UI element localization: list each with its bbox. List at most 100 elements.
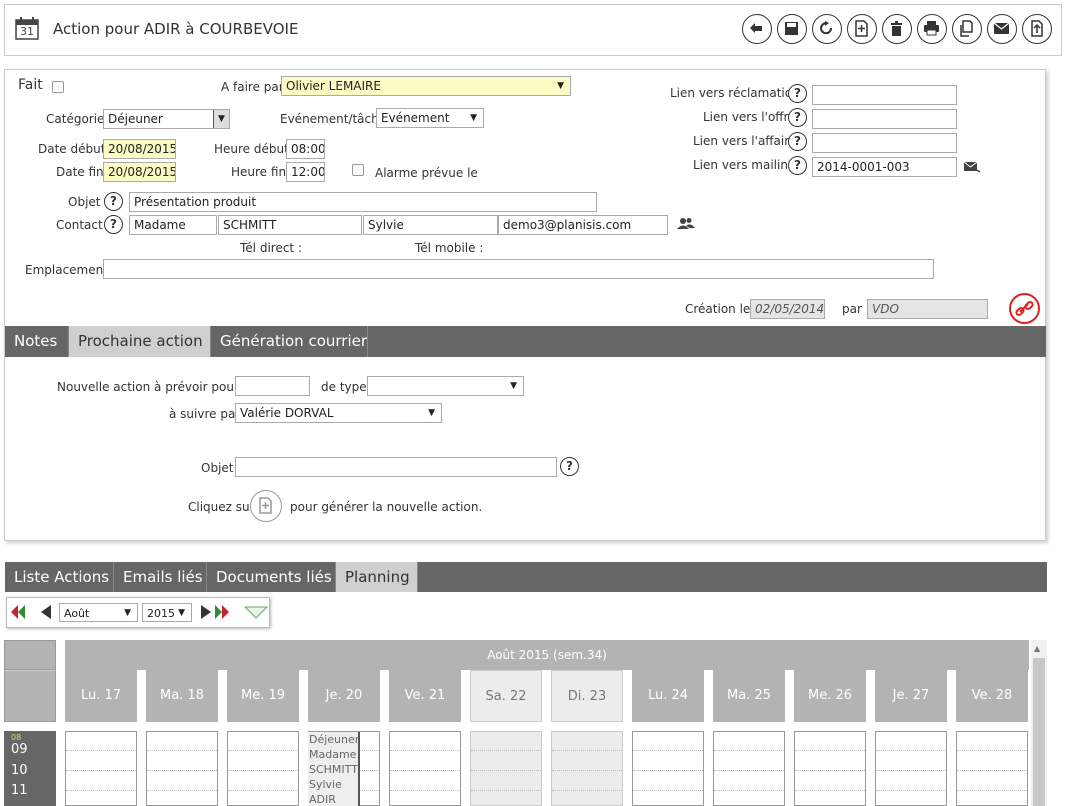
hour-gridline: [471, 750, 541, 751]
emplacement-input[interactable]: [103, 259, 934, 279]
next-objet-input[interactable]: [235, 457, 557, 477]
lien-offre-input[interactable]: [812, 109, 957, 129]
a-suivre-par-select[interactable]: Valérie DORVAL ▼: [235, 403, 442, 423]
heure-fin-input[interactable]: 12:00: [286, 162, 325, 182]
tab-documents-lies[interactable]: Documents liés: [207, 562, 336, 592]
day-header[interactable]: Lu. 17: [65, 670, 137, 722]
alarme-checkbox[interactable]: [352, 164, 364, 176]
help-next-objet-icon[interactable]: ?: [560, 457, 579, 476]
export-button[interactable]: [1022, 14, 1052, 44]
hour-gridline: [147, 750, 217, 751]
planning-corner-top: [4, 640, 56, 670]
contact-email-input[interactable]: demo3@planisis.com: [498, 215, 668, 235]
day-column[interactable]: [875, 731, 947, 806]
year-select[interactable]: 2015 ▼: [142, 603, 192, 622]
contacts-group-icon[interactable]: [677, 217, 695, 234]
contact-civilite-input[interactable]: Madame: [129, 215, 217, 235]
collapse-chevron-icon[interactable]: [243, 605, 269, 622]
lien-affaire-input[interactable]: [812, 133, 957, 153]
contact-nom-input[interactable]: SCHMITT: [218, 215, 362, 235]
duplicate-button[interactable]: [952, 14, 982, 44]
new-document-button[interactable]: [847, 14, 877, 44]
back-button[interactable]: [742, 14, 772, 44]
link-chain-icon[interactable]: [1009, 293, 1040, 324]
copy-icon: [960, 20, 973, 37]
objet-input[interactable]: Présentation produit: [129, 192, 597, 212]
day-column[interactable]: [227, 731, 299, 806]
print-button[interactable]: [917, 14, 947, 44]
day-column[interactable]: [794, 731, 866, 806]
day-header[interactable]: Ma. 18: [146, 670, 218, 722]
day-column[interactable]: [146, 731, 218, 806]
prev-year-icon[interactable]: [11, 604, 25, 623]
mailing-envelope-icon[interactable]: [963, 160, 981, 176]
date-fin-input[interactable]: 20/08/2015: [103, 162, 176, 182]
day-column[interactable]: [389, 731, 461, 806]
day-header[interactable]: Lu. 24: [632, 670, 704, 722]
tab-liste-actions[interactable]: Liste Actions: [5, 562, 114, 592]
lien-reclamation-input[interactable]: [812, 85, 957, 105]
objet-label: Objet: [68, 195, 101, 209]
heure-debut-label: Heure début: [214, 142, 289, 156]
day-header[interactable]: Sa. 22: [470, 670, 542, 722]
a-suivre-par-value: Valérie DORVAL: [240, 406, 334, 420]
calendar-event[interactable]: Déjeuner Madame SCHMITT Sylvie ADIR: [308, 732, 360, 806]
delete-button[interactable]: [882, 14, 912, 44]
de-type-select[interactable]: ▼: [367, 376, 524, 396]
fait-checkbox[interactable]: [52, 81, 64, 93]
help-offre-icon[interactable]: ?: [788, 108, 807, 127]
categorie-select[interactable]: Déjeuner ▼: [103, 109, 230, 129]
help-objet-icon[interactable]: ?: [104, 192, 123, 211]
day-header[interactable]: Ma. 25: [713, 670, 785, 722]
hour-gridline: [471, 790, 541, 791]
help-affaire-icon[interactable]: ?: [788, 132, 807, 151]
hour-gridline: [714, 770, 784, 771]
planning-scrollbar[interactable]: ▲: [1031, 640, 1047, 806]
lien-reclamation-label: Lien vers réclamation: [670, 86, 800, 100]
a-faire-par-select[interactable]: Olivier LEMAIRE ▼: [281, 76, 571, 96]
tab-generation-courrier[interactable]: Génération courrier: [211, 326, 368, 357]
lien-mailing-label: Lien vers mailing: [693, 158, 796, 172]
day-header[interactable]: Ve. 21: [389, 670, 461, 722]
day-column[interactable]: [551, 731, 623, 806]
contact-prenom-input[interactable]: Sylvie: [363, 215, 498, 235]
lien-affaire-label: Lien vers l'affaire: [693, 134, 797, 148]
contact-label: Contact: [56, 218, 103, 232]
evenement-select[interactable]: Evénement ▼: [376, 108, 484, 128]
day-column[interactable]: [956, 731, 1028, 806]
heure-debut-input[interactable]: 08:00: [286, 139, 325, 159]
day-header[interactable]: Je. 27: [875, 670, 947, 722]
nouvelle-action-date-input[interactable]: [235, 376, 310, 396]
tel-direct-label: Tél direct :: [240, 241, 302, 255]
next-month-icon[interactable]: [201, 604, 211, 623]
next-year-icon[interactable]: [215, 604, 241, 623]
day-header[interactable]: Ve. 28: [956, 670, 1028, 722]
refresh-button[interactable]: [812, 14, 842, 44]
tab-planning[interactable]: Planning: [336, 562, 418, 592]
tab-notes[interactable]: Notes: [5, 326, 69, 357]
help-contact-icon[interactable]: ?: [104, 215, 123, 234]
tab-emails-lies[interactable]: Emails liés: [114, 562, 207, 592]
lien-mailing-input[interactable]: 2014-0001-003: [812, 157, 957, 177]
scroll-up-icon[interactable]: ▲: [1034, 644, 1040, 653]
day-header[interactable]: Di. 23: [551, 670, 623, 722]
day-column[interactable]: [713, 731, 785, 806]
day-header[interactable]: Me. 26: [794, 670, 866, 722]
tab-prochaine-action[interactable]: Prochaine action: [69, 326, 211, 357]
save-button[interactable]: [777, 14, 807, 44]
hour-label: 10: [11, 763, 28, 778]
scroll-thumb[interactable]: [1033, 658, 1045, 806]
day-header[interactable]: Me. 19: [227, 670, 299, 722]
help-reclamation-icon[interactable]: ?: [788, 84, 807, 103]
day-column[interactable]: [632, 731, 704, 806]
day-column[interactable]: [65, 731, 137, 806]
help-mailing-icon[interactable]: ?: [788, 156, 807, 175]
nouvelle-action-label: Nouvelle action à prévoir pour le: [57, 380, 254, 394]
day-header[interactable]: Je. 20: [308, 670, 380, 722]
prev-month-icon[interactable]: [41, 604, 51, 623]
date-debut-input[interactable]: 20/08/2015: [103, 139, 176, 159]
generate-action-button[interactable]: [250, 490, 282, 522]
month-select[interactable]: Août ▼: [59, 603, 138, 622]
day-column[interactable]: [470, 731, 542, 806]
email-button[interactable]: [987, 14, 1017, 44]
